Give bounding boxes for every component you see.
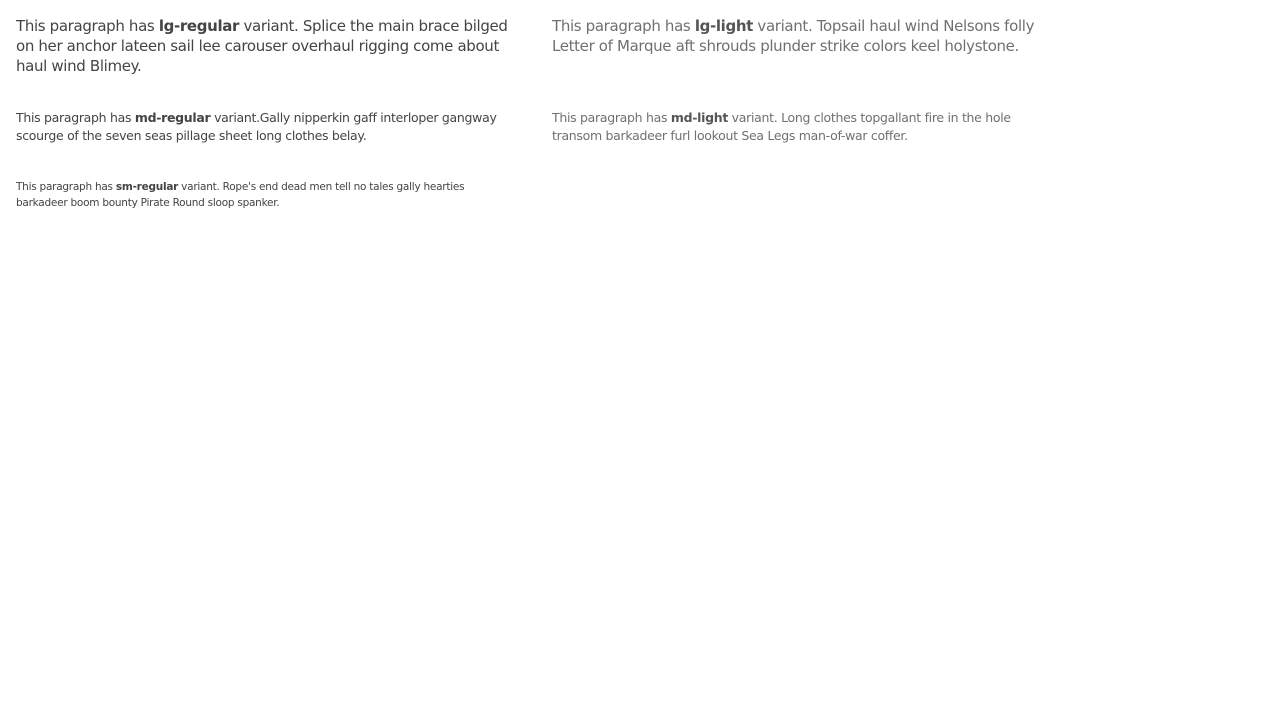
paragraph-lg-regular: This paragraph has lg-regular variant. S… bbox=[16, 16, 518, 76]
variant-name: md-regular bbox=[134, 110, 211, 125]
paragraph-md-regular: This paragraph has md-regular variant.Ga… bbox=[16, 109, 518, 145]
paragraph-prefix: This paragraph has bbox=[552, 17, 695, 35]
light-column: This paragraph has lg-light variant. Top… bbox=[552, 16, 1040, 145]
paragraph-lg-light: This paragraph has lg-light variant. Top… bbox=[552, 16, 1040, 56]
variant-name: md-light bbox=[670, 110, 728, 125]
paragraph-prefix: This paragraph has bbox=[16, 181, 116, 193]
paragraph-sm-regular: This paragraph has sm-regular variant. R… bbox=[16, 179, 518, 211]
paragraph-prefix: This paragraph has bbox=[16, 110, 135, 125]
variant-name: sm-regular bbox=[115, 181, 179, 193]
paragraph-prefix: This paragraph has bbox=[16, 17, 159, 35]
paragraph-prefix: This paragraph has bbox=[552, 110, 671, 125]
variant-name: lg-regular bbox=[158, 17, 240, 35]
regular-column: This paragraph has lg-regular variant. S… bbox=[16, 16, 518, 211]
variant-name: lg-light bbox=[694, 17, 754, 35]
paragraph-md-light: This paragraph has md-light variant. Lon… bbox=[552, 109, 1040, 145]
